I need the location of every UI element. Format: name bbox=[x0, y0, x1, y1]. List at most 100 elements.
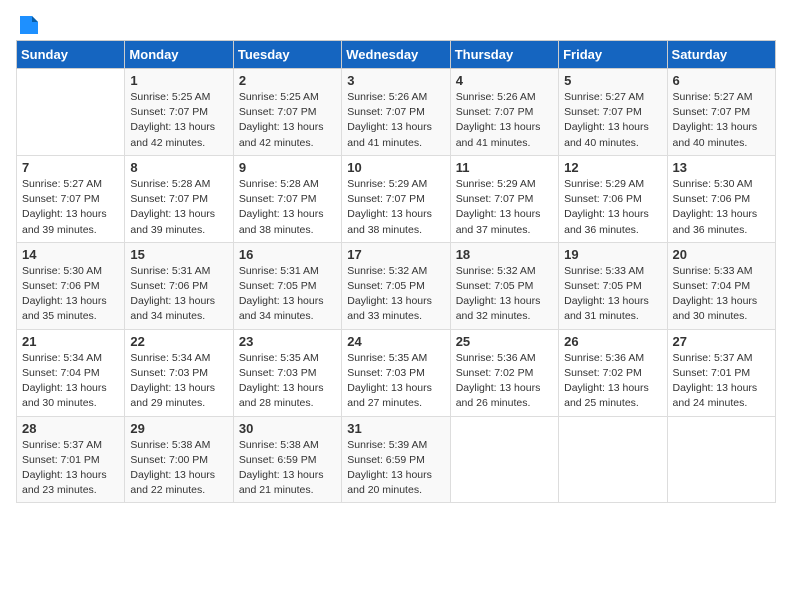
calendar-cell: 26 Sunrise: 5:36 AMSunset: 7:02 PMDayligh… bbox=[559, 329, 667, 416]
day-number: 30 bbox=[239, 421, 336, 436]
day-number: 31 bbox=[347, 421, 444, 436]
day-number: 8 bbox=[130, 160, 227, 175]
calendar-header-row: SundayMondayTuesdayWednesdayThursdayFrid… bbox=[17, 41, 776, 69]
day-number: 28 bbox=[22, 421, 119, 436]
calendar-week-1: 1 Sunrise: 5:25 AMSunset: 7:07 PMDaylight… bbox=[17, 69, 776, 156]
day-info: Sunrise: 5:38 AMSunset: 7:00 PMDaylight:… bbox=[130, 438, 227, 499]
calendar-cell: 11 Sunrise: 5:29 AMSunset: 7:07 PMDayligh… bbox=[450, 155, 558, 242]
day-header-sunday: Sunday bbox=[17, 41, 125, 69]
calendar-cell: 1 Sunrise: 5:25 AMSunset: 7:07 PMDaylight… bbox=[125, 69, 233, 156]
day-info: Sunrise: 5:39 AMSunset: 6:59 PMDaylight:… bbox=[347, 438, 444, 499]
day-info: Sunrise: 5:31 AMSunset: 7:05 PMDaylight:… bbox=[239, 264, 336, 325]
calendar-cell: 30 Sunrise: 5:38 AMSunset: 6:59 PMDayligh… bbox=[233, 416, 341, 503]
calendar-week-3: 14 Sunrise: 5:30 AMSunset: 7:06 PMDayligh… bbox=[17, 242, 776, 329]
calendar-cell bbox=[450, 416, 558, 503]
day-number: 15 bbox=[130, 247, 227, 262]
calendar-cell: 18 Sunrise: 5:32 AMSunset: 7:05 PMDayligh… bbox=[450, 242, 558, 329]
day-number: 18 bbox=[456, 247, 553, 262]
calendar-cell: 19Sunrise: 5:33 AMSunset: 7:05 PMDayligh… bbox=[559, 242, 667, 329]
day-number: 22 bbox=[130, 334, 227, 349]
day-number: 17 bbox=[347, 247, 444, 262]
day-header-thursday: Thursday bbox=[450, 41, 558, 69]
day-number: 9 bbox=[239, 160, 336, 175]
day-info: Sunrise: 5:26 AMSunset: 7:07 PMDaylight:… bbox=[347, 90, 444, 151]
calendar-cell: 17 Sunrise: 5:32 AMSunset: 7:05 PMDayligh… bbox=[342, 242, 450, 329]
logo-icon bbox=[18, 14, 40, 36]
day-info: Sunrise: 5:30 AMSunset: 7:06 PMDaylight:… bbox=[22, 264, 119, 325]
calendar-week-5: 28 Sunrise: 5:37 AMSunset: 7:01 PMDayligh… bbox=[17, 416, 776, 503]
calendar-cell: 24Sunrise: 5:35 AMSunset: 7:03 PMDayligh… bbox=[342, 329, 450, 416]
day-header-tuesday: Tuesday bbox=[233, 41, 341, 69]
day-info: Sunrise: 5:29 AMSunset: 7:06 PMDaylight:… bbox=[564, 177, 661, 238]
calendar-cell: 29 Sunrise: 5:38 AMSunset: 7:00 PMDayligh… bbox=[125, 416, 233, 503]
calendar-cell: 2Sunrise: 5:25 AMSunset: 7:07 PMDaylight… bbox=[233, 69, 341, 156]
day-info: Sunrise: 5:33 AMSunset: 7:05 PMDaylight:… bbox=[564, 264, 661, 325]
day-number: 3 bbox=[347, 73, 444, 88]
day-info: Sunrise: 5:25 AMSunset: 7:07 PMDaylight:… bbox=[130, 90, 227, 151]
day-number: 14 bbox=[22, 247, 119, 262]
calendar-cell: 27Sunrise: 5:37 AMSunset: 7:01 PMDayligh… bbox=[667, 329, 775, 416]
day-number: 21 bbox=[22, 334, 119, 349]
day-info: Sunrise: 5:29 AMSunset: 7:07 PMDaylight:… bbox=[347, 177, 444, 238]
day-number: 7 bbox=[22, 160, 119, 175]
calendar-table: SundayMondayTuesdayWednesdayThursdayFrid… bbox=[16, 40, 776, 503]
day-info: Sunrise: 5:30 AMSunset: 7:06 PMDaylight:… bbox=[673, 177, 770, 238]
day-info: Sunrise: 5:35 AMSunset: 7:03 PMDaylight:… bbox=[239, 351, 336, 412]
day-number: 12 bbox=[564, 160, 661, 175]
calendar-cell: 10Sunrise: 5:29 AMSunset: 7:07 PMDayligh… bbox=[342, 155, 450, 242]
day-info: Sunrise: 5:26 AMSunset: 7:07 PMDaylight:… bbox=[456, 90, 553, 151]
day-info: Sunrise: 5:34 AMSunset: 7:04 PMDaylight:… bbox=[22, 351, 119, 412]
day-info: Sunrise: 5:27 AMSunset: 7:07 PMDaylight:… bbox=[673, 90, 770, 151]
day-info: Sunrise: 5:28 AMSunset: 7:07 PMDaylight:… bbox=[130, 177, 227, 238]
day-number: 29 bbox=[130, 421, 227, 436]
day-info: Sunrise: 5:32 AMSunset: 7:05 PMDaylight:… bbox=[456, 264, 553, 325]
day-number: 16 bbox=[239, 247, 336, 262]
calendar-week-4: 21 Sunrise: 5:34 AMSunset: 7:04 PMDayligh… bbox=[17, 329, 776, 416]
calendar-cell: 16 Sunrise: 5:31 AMSunset: 7:05 PMDayligh… bbox=[233, 242, 341, 329]
day-info: Sunrise: 5:36 AMSunset: 7:02 PMDaylight:… bbox=[564, 351, 661, 412]
day-info: Sunrise: 5:37 AMSunset: 7:01 PMDaylight:… bbox=[673, 351, 770, 412]
day-header-monday: Monday bbox=[125, 41, 233, 69]
day-number: 26 bbox=[564, 334, 661, 349]
calendar-cell: 12 Sunrise: 5:29 AMSunset: 7:06 PMDayligh… bbox=[559, 155, 667, 242]
calendar-cell: 15Sunrise: 5:31 AMSunset: 7:06 PMDayligh… bbox=[125, 242, 233, 329]
calendar-cell: 13 Sunrise: 5:30 AMSunset: 7:06 PMDayligh… bbox=[667, 155, 775, 242]
day-info: Sunrise: 5:34 AMSunset: 7:03 PMDaylight:… bbox=[130, 351, 227, 412]
day-info: Sunrise: 5:35 AMSunset: 7:03 PMDaylight:… bbox=[347, 351, 444, 412]
calendar-cell: 5Sunrise: 5:27 AMSunset: 7:07 PMDaylight… bbox=[559, 69, 667, 156]
day-header-friday: Friday bbox=[559, 41, 667, 69]
page-header bbox=[16, 16, 776, 32]
day-info: Sunrise: 5:28 AMSunset: 7:07 PMDaylight:… bbox=[239, 177, 336, 238]
calendar-cell: 23 Sunrise: 5:35 AMSunset: 7:03 PMDayligh… bbox=[233, 329, 341, 416]
day-number: 11 bbox=[456, 160, 553, 175]
day-info: Sunrise: 5:37 AMSunset: 7:01 PMDaylight:… bbox=[22, 438, 119, 499]
day-number: 13 bbox=[673, 160, 770, 175]
logo bbox=[16, 16, 40, 32]
calendar-cell bbox=[559, 416, 667, 503]
day-info: Sunrise: 5:29 AMSunset: 7:07 PMDaylight:… bbox=[456, 177, 553, 238]
day-info: Sunrise: 5:32 AMSunset: 7:05 PMDaylight:… bbox=[347, 264, 444, 325]
day-header-wednesday: Wednesday bbox=[342, 41, 450, 69]
day-number: 5 bbox=[564, 73, 661, 88]
calendar-cell bbox=[667, 416, 775, 503]
day-info: Sunrise: 5:36 AMSunset: 7:02 PMDaylight:… bbox=[456, 351, 553, 412]
calendar-cell: 22 Sunrise: 5:34 AMSunset: 7:03 PMDayligh… bbox=[125, 329, 233, 416]
day-number: 25 bbox=[456, 334, 553, 349]
calendar-cell bbox=[17, 69, 125, 156]
day-number: 23 bbox=[239, 334, 336, 349]
calendar-cell: 31 Sunrise: 5:39 AMSunset: 6:59 PMDayligh… bbox=[342, 416, 450, 503]
calendar-cell: 6Sunrise: 5:27 AMSunset: 7:07 PMDaylight… bbox=[667, 69, 775, 156]
day-info: Sunrise: 5:33 AMSunset: 7:04 PMDaylight:… bbox=[673, 264, 770, 325]
calendar-cell: 28 Sunrise: 5:37 AMSunset: 7:01 PMDayligh… bbox=[17, 416, 125, 503]
day-info: Sunrise: 5:38 AMSunset: 6:59 PMDaylight:… bbox=[239, 438, 336, 499]
calendar-cell: 20Sunrise: 5:33 AMSunset: 7:04 PMDayligh… bbox=[667, 242, 775, 329]
calendar-cell: 25 Sunrise: 5:36 AMSunset: 7:02 PMDayligh… bbox=[450, 329, 558, 416]
calendar-cell: 8 Sunrise: 5:28 AMSunset: 7:07 PMDaylight… bbox=[125, 155, 233, 242]
calendar-cell: 14 Sunrise: 5:30 AMSunset: 7:06 PMDayligh… bbox=[17, 242, 125, 329]
calendar-week-2: 7 Sunrise: 5:27 AMSunset: 7:07 PMDaylight… bbox=[17, 155, 776, 242]
calendar-cell: 3 Sunrise: 5:26 AMSunset: 7:07 PMDaylight… bbox=[342, 69, 450, 156]
day-info: Sunrise: 5:27 AMSunset: 7:07 PMDaylight:… bbox=[22, 177, 119, 238]
day-number: 1 bbox=[130, 73, 227, 88]
day-number: 2 bbox=[239, 73, 336, 88]
calendar-cell: 21 Sunrise: 5:34 AMSunset: 7:04 PMDayligh… bbox=[17, 329, 125, 416]
